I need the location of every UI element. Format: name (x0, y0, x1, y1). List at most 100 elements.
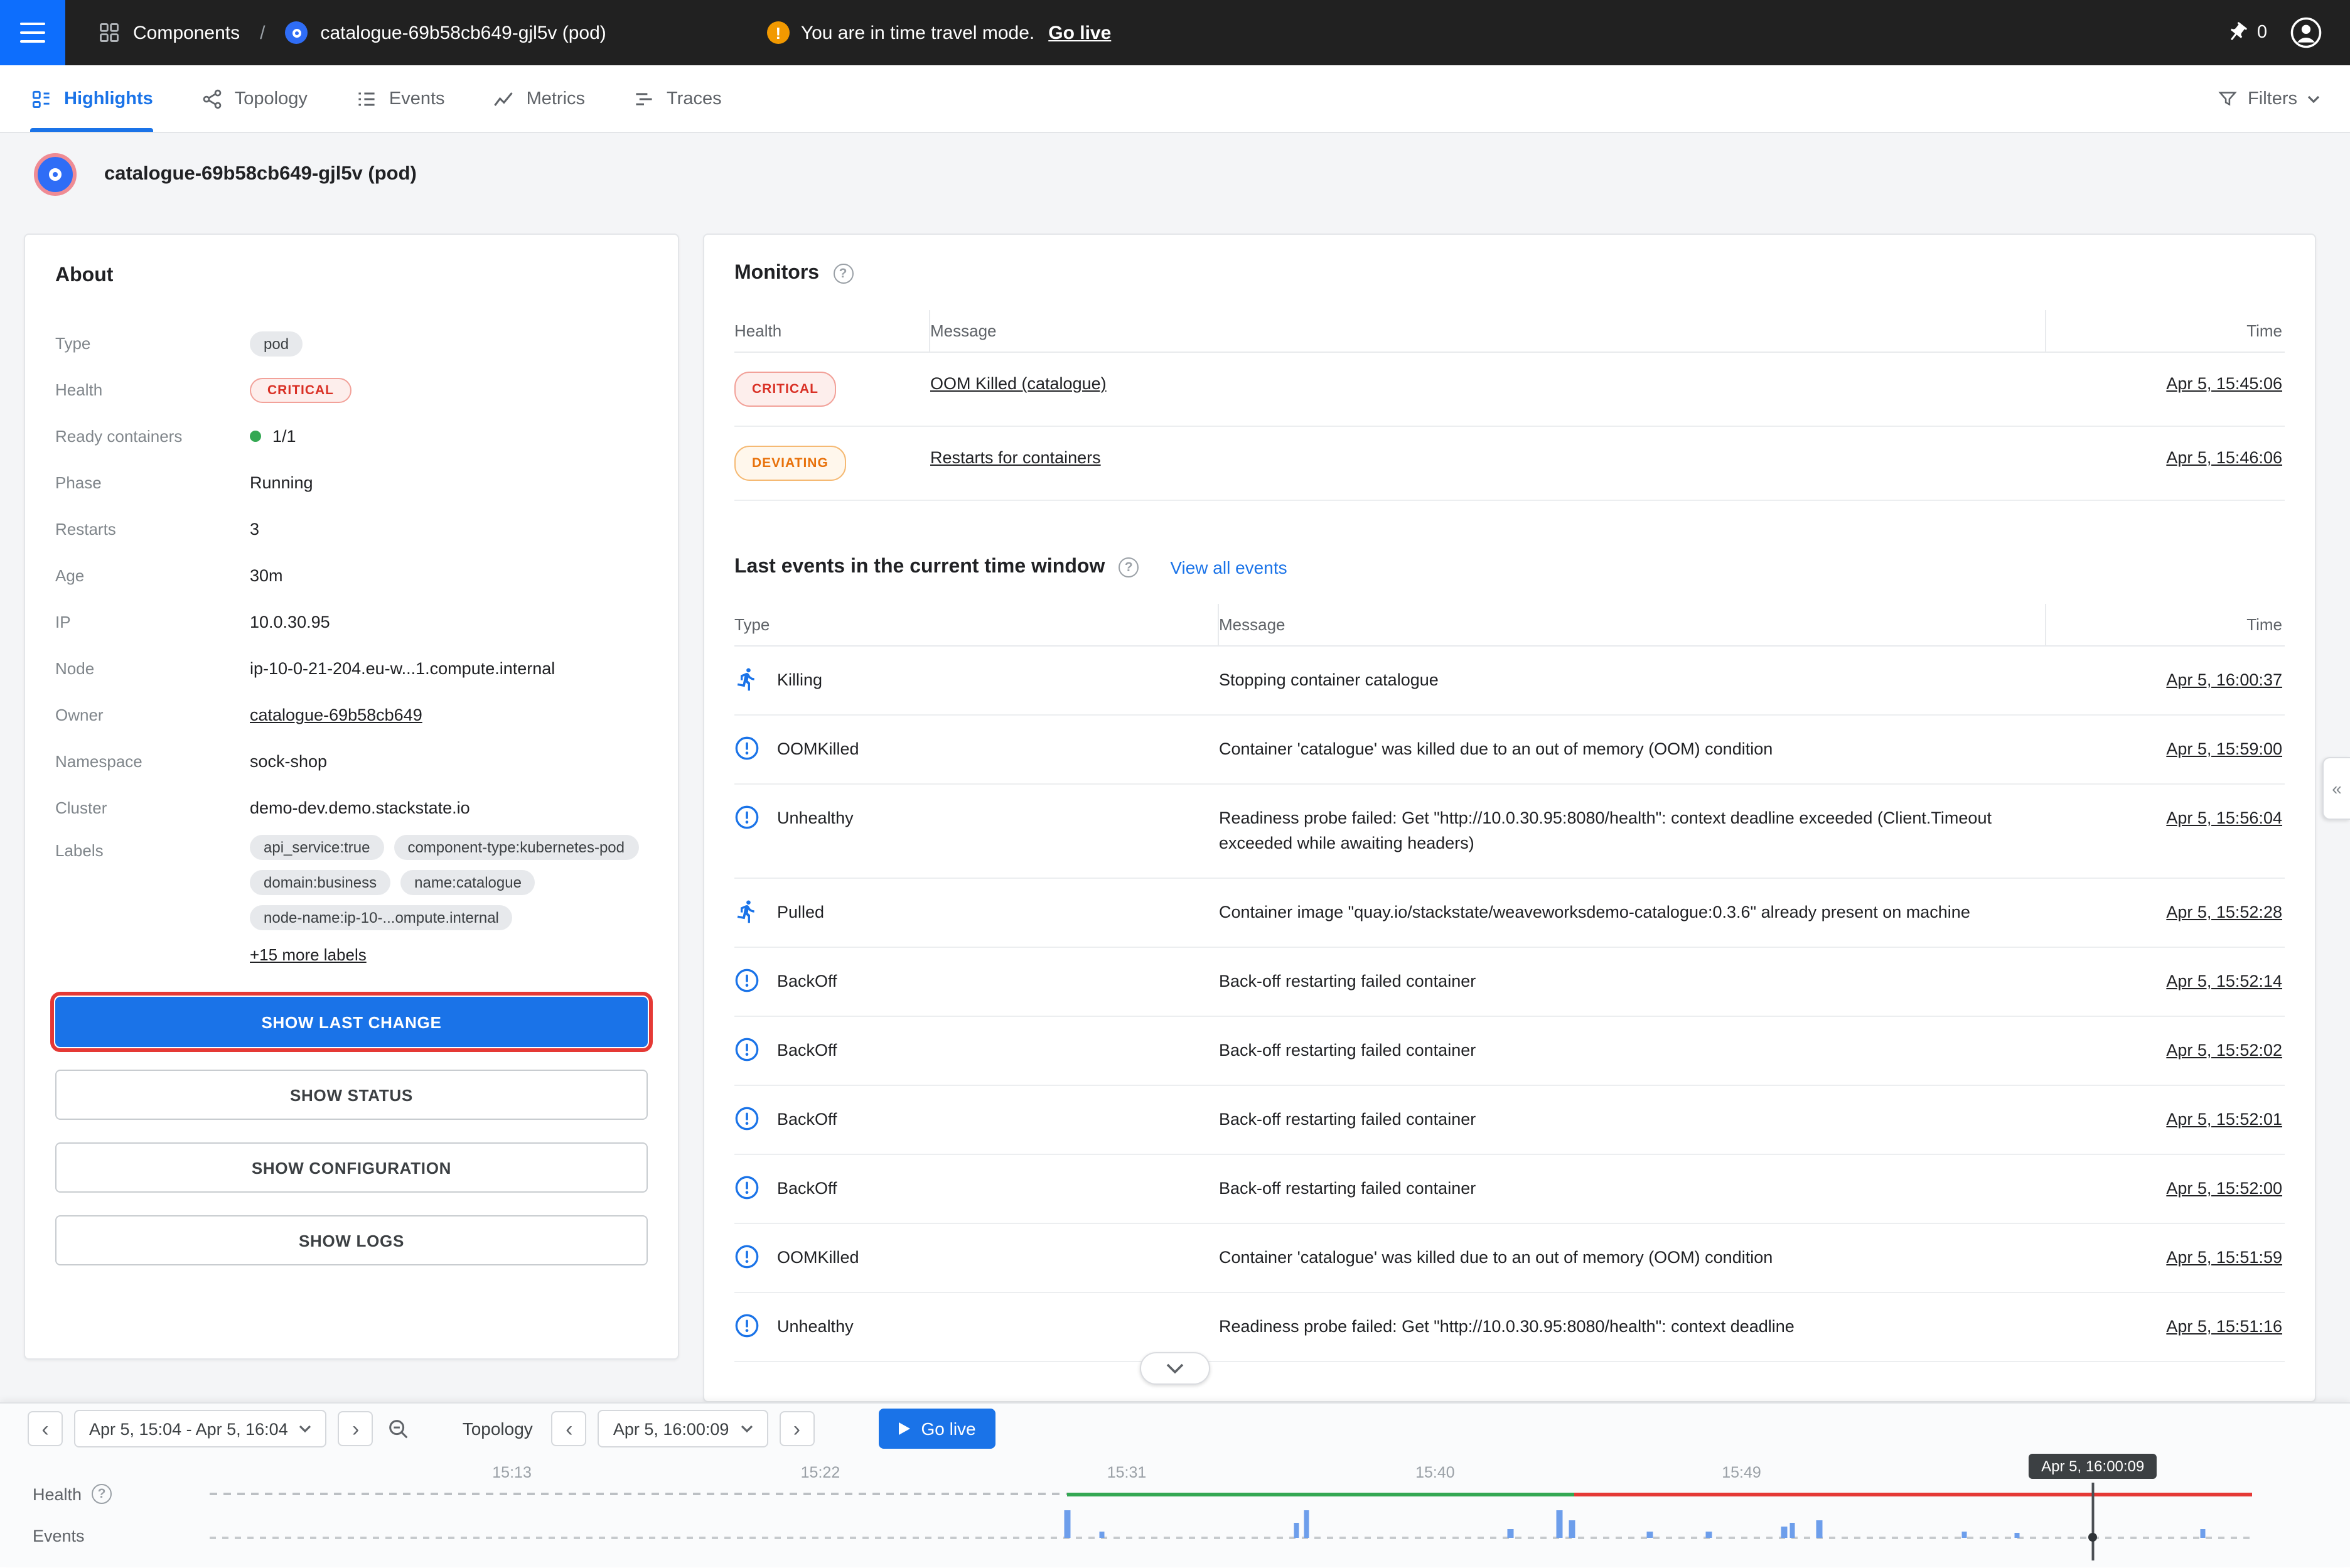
event-time-link[interactable]: Apr 5, 15:52:28 (2166, 903, 2282, 921)
alert-circle-icon (734, 968, 759, 993)
traces-icon (633, 87, 655, 110)
event-time-link[interactable]: Apr 5, 16:00:37 (2166, 670, 2282, 689)
event-time-link[interactable]: Apr 5, 15:59:00 (2166, 739, 2282, 758)
topology-next-button[interactable]: › (779, 1411, 814, 1446)
breadcrumb-components[interactable]: Components (133, 22, 240, 43)
event-time-link[interactable]: Apr 5, 15:56:04 (2166, 808, 2282, 827)
about-field-row: HealthCRITICAL (55, 367, 648, 413)
event-histogram-bar (1789, 1523, 1795, 1538)
event-histogram-bar (1065, 1510, 1070, 1538)
health-status-badge: CRITICAL (250, 377, 351, 402)
go-live-button[interactable]: Go live (878, 1409, 995, 1449)
health-help-icon[interactable]: ? (92, 1484, 112, 1504)
event-time-link[interactable]: Apr 5, 15:52:02 (2166, 1041, 2282, 1060)
owner-link[interactable]: catalogue-69b58cb649 (250, 706, 422, 724)
field-value: CRITICAL (250, 377, 351, 402)
events-row-label: Events (33, 1527, 85, 1545)
type-badge: pod (250, 331, 303, 356)
timeline-chart[interactable]: Health ? Events Apr 5, 16:00:09 15:1315:… (0, 1454, 2350, 1568)
event-message: Back-off restarting failed container (1219, 1155, 2046, 1223)
about-field-row: PhaseRunning (55, 459, 648, 506)
event-histogram-bar (1706, 1532, 1712, 1538)
event-time-link[interactable]: Apr 5, 15:52:01 (2166, 1110, 2282, 1129)
field-value: 3 (250, 520, 259, 539)
event-histogram-bar (1961, 1532, 1967, 1538)
label-chip: component-type:kubernetes-pod (394, 835, 638, 860)
collapse-events-button[interactable] (1140, 1352, 1210, 1385)
hamburger-icon (20, 23, 45, 26)
event-type: BackOff (777, 1038, 837, 1063)
user-avatar[interactable] (2290, 16, 2322, 49)
more-labels-link[interactable]: +15 more labels (250, 945, 648, 964)
field-label: Namespace (55, 752, 250, 771)
event-time-link[interactable]: Apr 5, 15:52:14 (2166, 972, 2282, 991)
monitor-time-link[interactable]: Apr 5, 15:45:06 (2166, 374, 2282, 393)
timeline-plot[interactable]: Apr 5, 16:00:09 15:1315:2215:3115:4015:4… (210, 1454, 2252, 1568)
about-title: About (55, 265, 648, 287)
event-histogram-bar (1647, 1532, 1653, 1538)
monitor-message-link[interactable]: Restarts for containers (930, 448, 1101, 467)
health-segment-unknown (210, 1493, 1068, 1495)
field-label: Health (55, 380, 250, 399)
current-time-marker-line[interactable] (2092, 1483, 2094, 1560)
tab-highlights[interactable]: Highlights (30, 65, 153, 132)
field-label: Owner (55, 706, 250, 724)
pin-button[interactable]: 0 (2226, 21, 2267, 44)
event-time-link[interactable]: Apr 5, 15:52:00 (2166, 1179, 2282, 1198)
go-live-link[interactable]: Go live (1048, 22, 1111, 43)
view-all-events-link[interactable]: View all events (1170, 557, 1287, 577)
topology-time-dropdown[interactable]: Apr 5, 16:00:09 (598, 1410, 768, 1447)
topbar-actions: 0 (2226, 16, 2322, 49)
time-axis-tick: 15:31 (1107, 1464, 1147, 1481)
alert-circle-icon (734, 1313, 759, 1338)
label-chip: api_service:true (250, 835, 384, 860)
range-prev-button[interactable]: ‹ (28, 1411, 63, 1446)
ready-status-dot (250, 431, 261, 442)
zoom-out-button[interactable] (385, 1417, 414, 1441)
event-message: Container image "quay.io/stackstate/weav… (1219, 879, 2046, 947)
time-range-dropdown[interactable]: Apr 5, 15:04 - Apr 5, 16:04 (74, 1410, 327, 1447)
range-next-button[interactable]: › (338, 1411, 373, 1446)
chevron-down-icon (1166, 1363, 1184, 1373)
event-message: Readiness probe failed: Get "http://10.0… (1219, 785, 2046, 878)
monitor-health-badge: DEVIATING (734, 446, 846, 481)
filters-button[interactable]: Filters (2216, 88, 2320, 109)
show-configuration-button[interactable]: SHOW CONFIGURATION (55, 1142, 648, 1193)
monitor-message-link[interactable]: OOM Killed (catalogue) (930, 374, 1107, 393)
label-chip: node-name:ip-10-...ompute.internal (250, 905, 513, 930)
expand-side-panel-handle[interactable]: « (2322, 757, 2350, 820)
event-row: BackOffBack-off restarting failed contai… (734, 1017, 2285, 1086)
events-help-icon[interactable]: ? (1119, 557, 1139, 577)
monitors-title: Monitors (734, 262, 819, 285)
events-list-icon (355, 87, 378, 110)
monitor-time-link[interactable]: Apr 5, 15:46:06 (2166, 448, 2282, 467)
event-time-link[interactable]: Apr 5, 15:51:59 (2166, 1248, 2282, 1267)
alert-circle-icon (734, 1175, 759, 1200)
event-type: Unhealthy (777, 806, 854, 831)
tab-events[interactable]: Events (355, 65, 445, 132)
events-table-body: KillingStopping container catalogueApr 5… (734, 647, 2285, 1362)
event-row: BackOffBack-off restarting failed contai… (734, 1155, 2285, 1224)
event-type: OOMKilled (777, 737, 859, 762)
time-travel-text: You are in time travel mode. (801, 22, 1034, 43)
event-histogram-bar (1294, 1523, 1299, 1538)
tab-topology[interactable]: Topology (201, 65, 308, 132)
about-field-row: Nodeip-10-0-21-204.eu-w...1.compute.inte… (55, 645, 648, 692)
pin-count: 0 (2257, 23, 2267, 43)
field-value: pod (250, 331, 303, 356)
event-time-link[interactable]: Apr 5, 15:51:16 (2166, 1317, 2282, 1336)
field-value: 30m (250, 566, 283, 585)
tab-traces[interactable]: Traces (633, 65, 722, 132)
field-value: 1/1 (250, 427, 296, 446)
monitors-help-icon[interactable]: ? (833, 264, 853, 284)
show-status-button[interactable]: SHOW STATUS (55, 1070, 648, 1120)
main-menu-button[interactable] (0, 0, 65, 65)
tab-metrics[interactable]: Metrics (493, 65, 585, 132)
about-field-row: Ownercatalogue-69b58cb649 (55, 692, 648, 738)
show-logs-button[interactable]: SHOW LOGS (55, 1215, 648, 1265)
show-last-change-button[interactable]: SHOW LAST CHANGE (55, 997, 648, 1047)
health-segment-critical (1574, 1493, 2252, 1496)
event-type: Unhealthy (777, 1314, 854, 1340)
chevron-right-icon: › (352, 1418, 359, 1439)
topology-prev-button[interactable]: ‹ (552, 1411, 587, 1446)
